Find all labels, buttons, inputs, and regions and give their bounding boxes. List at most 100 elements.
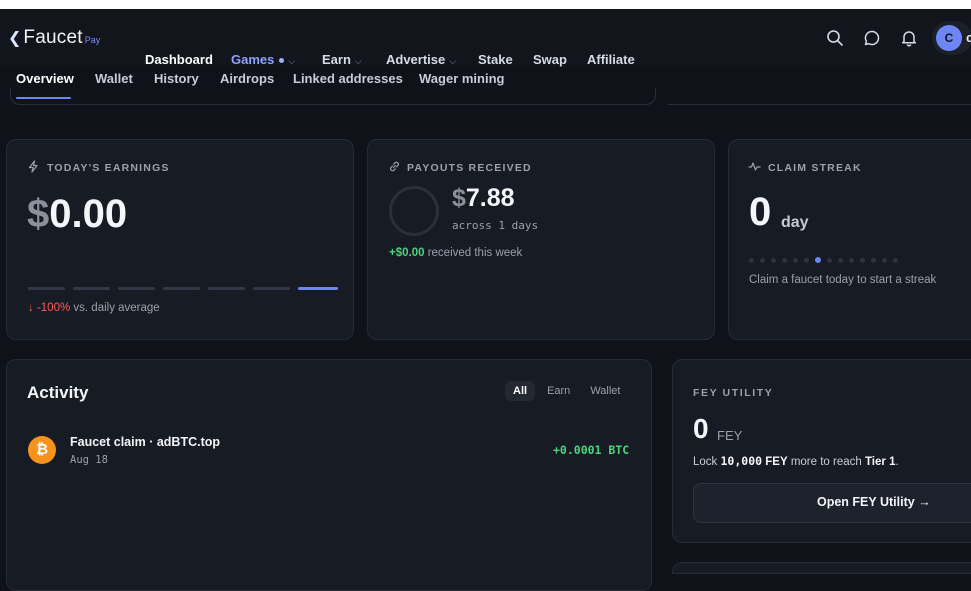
- earnings-amount: 0.00: [49, 192, 128, 236]
- profile-name[interactable]: c: [966, 30, 971, 45]
- card-below-right: [672, 562, 971, 574]
- streak-dots: [749, 257, 898, 263]
- payouts-received-label: PAYOUTS RECEIVED: [407, 162, 532, 174]
- button-text: Open FEY Utility: [817, 495, 915, 509]
- payout-amount: 7.88: [465, 184, 515, 212]
- active-tab-indicator: [16, 97, 71, 99]
- lock-mid: more to reach: [790, 456, 862, 468]
- earnings-bar-segment: [298, 287, 338, 290]
- live-dot-icon: [279, 58, 285, 64]
- activity-item-title[interactable]: Faucet claim · adBTC.top: [70, 435, 220, 449]
- earnings-bar-segment: [208, 287, 245, 290]
- streak-dot: [882, 257, 887, 263]
- fey-balance: 0: [693, 413, 709, 444]
- streak-dot: [815, 257, 821, 263]
- pulse-icon: [748, 162, 761, 171]
- delta-value: -100%: [36, 302, 71, 314]
- earnings-delta: ↓ -100% vs. daily average: [28, 302, 160, 314]
- nav-games-label: Games: [231, 52, 275, 67]
- todays-earnings-value: $0.00: [27, 192, 127, 237]
- streak-dot: [893, 257, 898, 263]
- filter-wallet[interactable]: Wallet: [582, 381, 628, 401]
- earnings-bar-segment: [73, 287, 110, 290]
- open-fey-utility-label: Open FEY Utility →: [817, 495, 931, 509]
- chevron-down-icon: ⌵: [288, 56, 296, 66]
- earnings-bar-segment: [253, 287, 290, 290]
- tab-wallet[interactable]: Wallet: [95, 71, 133, 86]
- streak-dot: [827, 257, 832, 263]
- chat-icon[interactable]: [863, 29, 881, 47]
- tab-airdrops[interactable]: Airdrops: [220, 71, 274, 86]
- nav-swap[interactable]: Swap: [533, 52, 567, 67]
- nav-advertise-label: Advertise: [386, 52, 446, 67]
- logo-sub: Pay: [84, 35, 101, 45]
- earnings-bars: [28, 287, 338, 290]
- fey-utility-label: FEY UTILITY: [693, 387, 774, 399]
- logo-mark-icon: ❮: [8, 30, 22, 47]
- nav-dashboard[interactable]: Dashboard: [145, 52, 213, 67]
- earnings-bar-segment: [163, 287, 200, 290]
- claim-streak-label: CLAIM STREAK: [768, 162, 862, 174]
- streak-dot: [871, 257, 876, 263]
- week-amount: +$0.00: [389, 247, 425, 259]
- bitcoin-icon: ₿: [28, 436, 56, 464]
- faucetpay-logo[interactable]: ❮ Faucet Pay: [8, 27, 100, 49]
- nav-earn-label: Earn: [322, 52, 351, 67]
- nav-earn[interactable]: Earn ⌵: [322, 52, 362, 67]
- nav-advertise[interactable]: Advertise ⌵: [386, 52, 456, 67]
- payout-progress-ring: [389, 186, 439, 236]
- chevron-down-icon: ⌵: [354, 56, 362, 66]
- activity-filters: All Earn Wallet: [505, 381, 628, 401]
- open-fey-utility-button[interactable]: Open FEY Utility →: [693, 483, 971, 523]
- streak-dot: [804, 257, 809, 263]
- activity-item-date: Aug 18: [70, 454, 108, 466]
- tab-overview[interactable]: Overview: [16, 71, 74, 86]
- tab-history[interactable]: History: [154, 71, 199, 86]
- nav-affiliate[interactable]: Affiliate: [587, 52, 635, 67]
- lock-end: .: [895, 456, 899, 468]
- arrow-down-icon: ↓: [28, 302, 34, 314]
- earnings-bar-segment: [28, 287, 65, 290]
- chevron-down-icon: ⌵: [449, 56, 457, 66]
- streak-dot: [749, 257, 754, 263]
- todays-earnings-label: TODAY'S EARNINGS: [47, 162, 170, 174]
- arrow-right-icon: →: [918, 495, 931, 509]
- sub-nav: Overview Wallet History Airdrops Linked …: [0, 67, 971, 103]
- lock-tier: Tier 1: [864, 456, 896, 468]
- link-icon: [390, 161, 399, 172]
- claim-streak-hint: Claim a faucet today to start a streak: [749, 274, 937, 286]
- currency-symbol: $: [452, 184, 466, 212]
- streak-dot: [860, 257, 865, 263]
- currency-symbol: $: [27, 192, 50, 236]
- streak-dot: [782, 257, 787, 263]
- nav-games[interactable]: Games ⌵: [231, 52, 295, 67]
- nav-stake[interactable]: Stake: [478, 52, 513, 67]
- avatar[interactable]: C: [936, 25, 962, 51]
- filter-all[interactable]: All: [505, 381, 536, 401]
- claim-streak-unit: day: [781, 214, 809, 231]
- filter-earn[interactable]: Earn: [539, 381, 578, 401]
- tab-wager-mining[interactable]: Wager mining: [419, 71, 504, 86]
- activity-title: Activity: [27, 383, 89, 402]
- lock-unit: FEY: [765, 456, 788, 468]
- fey-unit: FEY: [717, 428, 743, 443]
- bell-icon[interactable]: [900, 29, 918, 47]
- lightning-icon: [28, 160, 38, 173]
- activity-item-amount: +0.0001 BTC: [553, 443, 630, 457]
- fey-lock-text: Lock 10,000 FEY more to reach Tier 1.: [693, 454, 899, 468]
- streak-dot: [793, 257, 798, 263]
- payouts-received-value: $7.88: [452, 184, 515, 213]
- lock-amount: 10,000: [720, 454, 763, 468]
- delta-suffix: vs. daily average: [73, 302, 160, 314]
- search-icon[interactable]: [826, 29, 844, 47]
- claim-streak-value: 0: [749, 190, 772, 234]
- logo-text: Faucet: [23, 27, 83, 48]
- payouts-period: across 1 days: [452, 219, 539, 232]
- week-suffix: received this week: [427, 247, 523, 259]
- streak-dot: [771, 257, 776, 263]
- streak-dot: [760, 257, 765, 263]
- top-strip: [0, 0, 971, 9]
- lock-prefix: Lock: [693, 456, 718, 468]
- tab-linked-addresses[interactable]: Linked addresses: [293, 71, 403, 86]
- earnings-bar-segment: [118, 287, 155, 290]
